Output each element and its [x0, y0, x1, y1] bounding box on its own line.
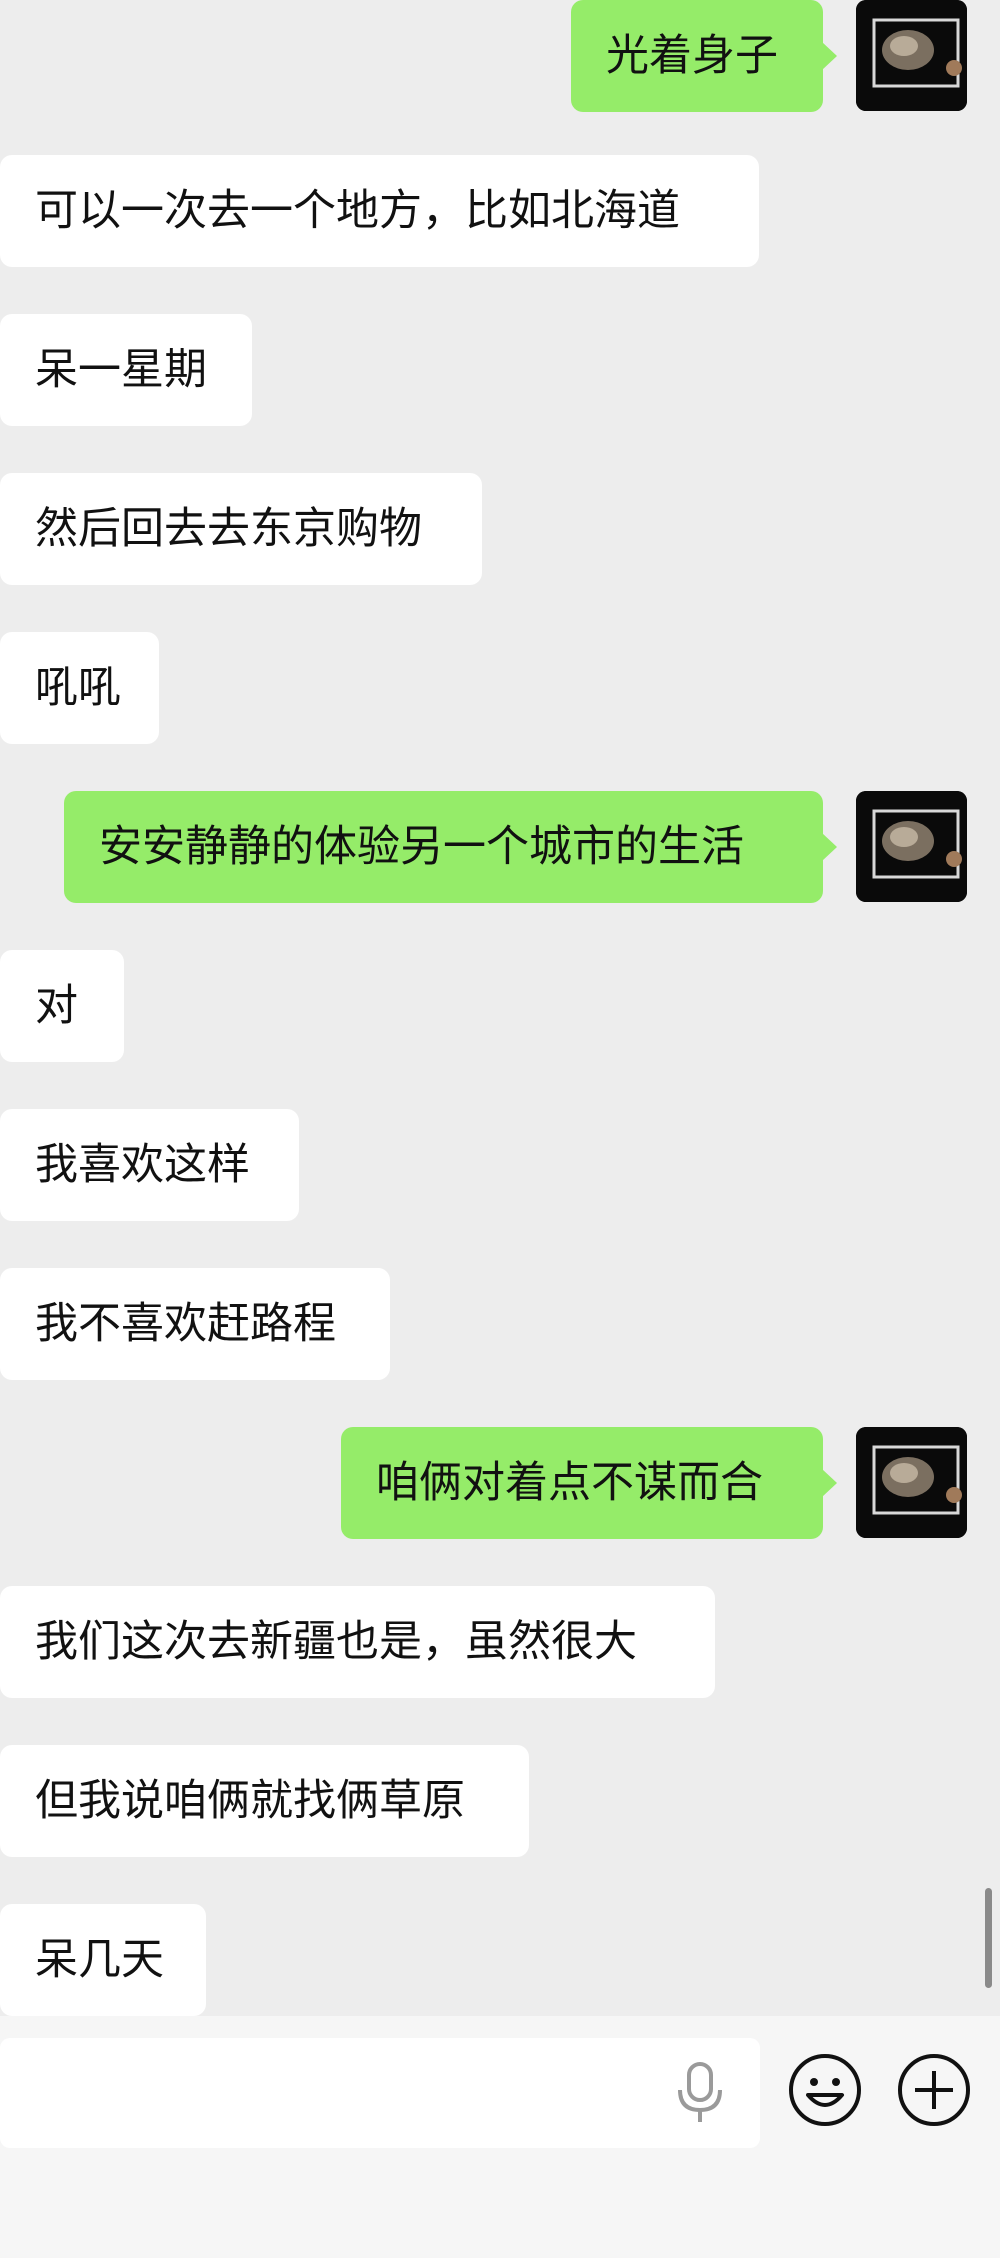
avatar-image-icon — [856, 791, 967, 902]
message-text: 咱俩对着点不谋而合 — [376, 1458, 763, 1508]
incoming-message-bubble[interactable]: 但我说咱俩就找俩草原 — [0, 1745, 529, 1857]
scrollbar-thumb[interactable] — [985, 1888, 992, 1988]
my-avatar[interactable] — [856, 791, 967, 902]
message-text: 吼吼 — [35, 663, 121, 713]
message-text: 光着身子 — [606, 31, 778, 81]
plus-icon[interactable] — [897, 2053, 971, 2127]
incoming-message-bubble[interactable]: 吼吼 — [0, 632, 159, 744]
incoming-message-bubble[interactable]: 对 — [0, 950, 124, 1062]
outgoing-message-bubble[interactable]: 光着身子 — [571, 0, 837, 112]
incoming-message-bubble[interactable]: 呆一星期 — [0, 314, 252, 426]
incoming-message-bubble[interactable]: 呆几天 — [0, 1904, 206, 2016]
incoming-message-bubble[interactable]: 可以一次去一个地方，比如北海道 — [0, 155, 759, 267]
message-text: 可以一次去一个地方，比如北海道 — [35, 186, 680, 236]
message-text: 然后回去去东京购物 — [35, 504, 422, 554]
my-avatar[interactable] — [856, 1427, 967, 1538]
incoming-message-bubble[interactable]: 我不喜欢赶路程 — [0, 1268, 390, 1380]
incoming-message-bubble[interactable]: 我喜欢这样 — [0, 1109, 299, 1221]
avatar-image-icon — [856, 0, 967, 111]
message-text: 我喜欢这样 — [35, 1140, 250, 1190]
outgoing-message-bubble[interactable]: 安安静静的体验另一个城市的生活 — [64, 791, 837, 903]
emoji-icon[interactable] — [788, 2053, 862, 2127]
message-text: 安安静静的体验另一个城市的生活 — [99, 822, 744, 872]
message-text: 呆几天 — [35, 1935, 164, 1985]
chat-message-list[interactable]: 光着身子 可以一次去一个地方，比如北海道 呆一星期 然后回去去东京购物 吼吼 安… — [0, 0, 1000, 2016]
message-input[interactable] — [0, 2038, 760, 2148]
message-text: 但我说咱俩就找俩草原 — [35, 1776, 465, 1826]
my-avatar[interactable] — [856, 0, 967, 111]
message-text: 我不喜欢赶路程 — [35, 1299, 336, 1349]
outgoing-message-bubble[interactable]: 咱俩对着点不谋而合 — [341, 1427, 837, 1539]
incoming-message-bubble[interactable]: 然后回去去东京购物 — [0, 473, 482, 585]
message-text: 呆一星期 — [35, 345, 207, 395]
incoming-message-bubble[interactable]: 我们这次去新疆也是，虽然很大 — [0, 1586, 715, 1698]
avatar-image-icon — [856, 1427, 967, 1538]
microphone-icon[interactable] — [672, 2062, 728, 2124]
message-text: 我们这次去新疆也是，虽然很大 — [35, 1617, 637, 1667]
input-bar — [0, 2016, 1000, 2258]
message-text: 对 — [35, 981, 78, 1031]
